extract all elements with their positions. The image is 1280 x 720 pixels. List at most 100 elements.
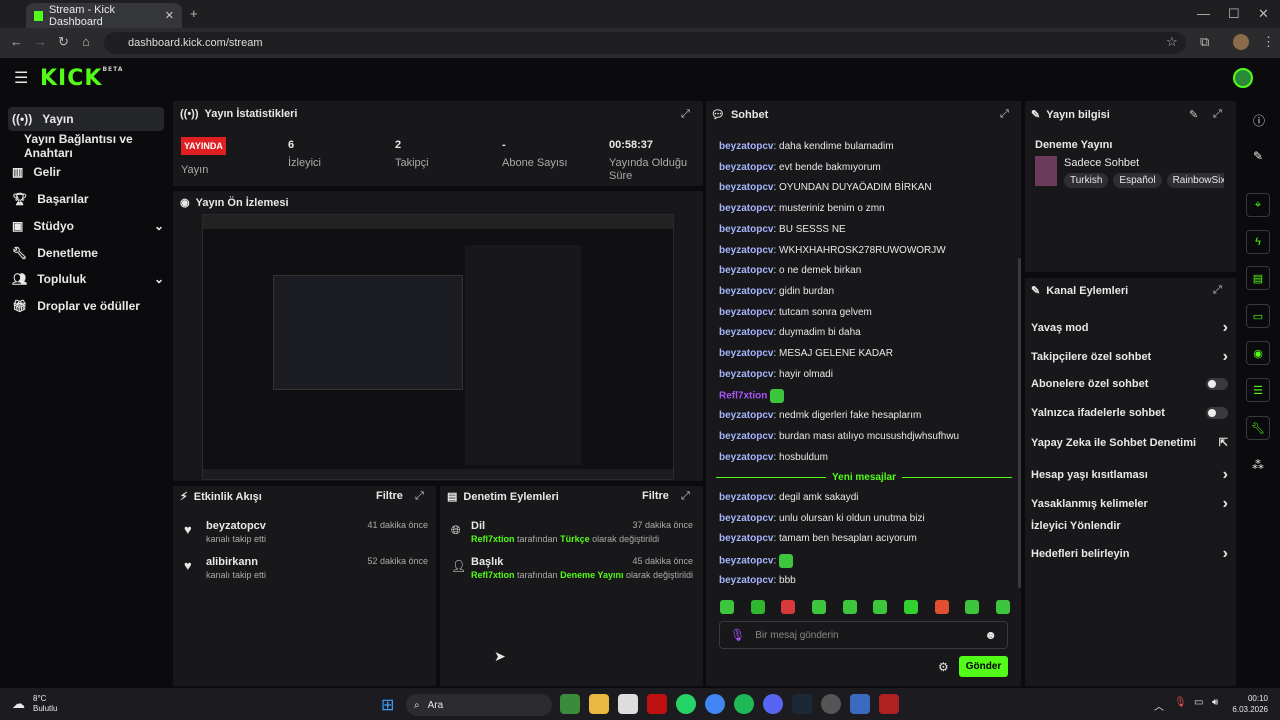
chat-username[interactable]: beyzatopcv	[719, 513, 773, 524]
stream-preview-video[interactable]	[202, 214, 674, 480]
channel-action-item[interactable]: Hesap yaşı kısıtlaması ›	[1031, 466, 1228, 484]
back-icon[interactable]: ←	[10, 34, 23, 49]
close-tab-icon[interactable]: ✕	[165, 9, 174, 22]
chat-username[interactable]: beyzatopcv	[719, 141, 773, 152]
chat-username[interactable]: beyzatopcv	[719, 286, 773, 297]
emote-icon[interactable]	[873, 600, 888, 614]
channel-action-item[interactable]: Yavaş mod ›	[1031, 319, 1228, 337]
browser-tab[interactable]: Stream - Kick Dashboard ✕	[26, 3, 182, 28]
emote-icon[interactable]	[965, 600, 980, 614]
pencil-icon[interactable]: ✎	[1253, 149, 1263, 163]
network-icon[interactable]: ▭	[1194, 697, 1203, 708]
expand-icon[interactable]: ⤢	[415, 490, 424, 503]
chat-username[interactable]: beyzatopcv	[719, 431, 773, 442]
users-icon[interactable]: ⁂	[1252, 458, 1264, 472]
extensions-icon[interactable]: ⧉	[1200, 34, 1209, 50]
reload-icon[interactable]: ↻	[58, 34, 69, 50]
document-icon[interactable]: ▤	[1246, 266, 1270, 290]
expand-icon[interactable]: ⤢	[1213, 108, 1222, 121]
chat-username[interactable]: beyzatopcv	[719, 533, 773, 544]
tray-chevron-icon[interactable]: ︿	[1154, 698, 1164, 713]
menu-dots-icon[interactable]: ⋮	[1262, 34, 1275, 50]
chat-username[interactable]: beyzatopcv	[719, 224, 773, 235]
discord-icon[interactable]	[763, 694, 783, 714]
chat-scrollbar[interactable]	[1018, 258, 1021, 588]
toggle-switch[interactable]	[1206, 378, 1228, 390]
sidebar-item-topluluk[interactable]: 👥︎ Topluluk ⌄	[8, 267, 164, 291]
chat-input[interactable]: 🎙︎ Bir mesaj gönderin ☻	[719, 621, 1008, 649]
emote-icon[interactable]	[811, 600, 826, 614]
chevron-right-icon[interactable]: ›	[1223, 495, 1228, 513]
category-name[interactable]: Sadece Sohbet	[1064, 157, 1139, 169]
user-avatar[interactable]	[1233, 68, 1253, 88]
broadcast-icon[interactable]: ◉	[1246, 341, 1270, 365]
minecraft-icon[interactable]	[560, 694, 580, 714]
chat-username[interactable]: beyzatopcv	[719, 327, 773, 338]
modlog-user[interactable]: Refl7xtion	[471, 570, 515, 580]
chat-username[interactable]: beyzatopcv	[719, 369, 773, 380]
minimize-icon[interactable]: —	[1197, 6, 1210, 21]
microphone-icon[interactable]: 🎙︎	[730, 628, 745, 642]
obs-icon[interactable]	[821, 694, 841, 714]
sidebar-item-basarilar[interactable]: 🏆︎ Başarılar	[8, 187, 164, 211]
store-icon[interactable]	[618, 694, 638, 714]
steam-icon[interactable]	[792, 694, 812, 714]
chevron-right-icon[interactable]: ›	[1223, 466, 1228, 484]
chat-username[interactable]: beyzatopcv	[719, 348, 773, 359]
chat-username[interactable]: beyzatopcv	[719, 203, 773, 214]
profile-avatar[interactable]	[1233, 34, 1249, 50]
new-tab-icon[interactable]: +	[190, 6, 198, 21]
taskbar-search[interactable]: ⌕ Ara	[406, 694, 552, 716]
chevron-right-icon[interactable]: ›	[1223, 319, 1228, 337]
chat-username[interactable]: beyzatopcv	[719, 452, 773, 463]
emote-icon[interactable]	[903, 600, 918, 614]
bookmark-star-icon[interactable]: ☆	[1166, 34, 1178, 50]
toggle-switch[interactable]	[1206, 407, 1228, 419]
focus-icon[interactable]: ⌖	[1246, 193, 1270, 217]
kick-logo[interactable]: KICKBETA	[40, 66, 123, 91]
url-input[interactable]: dashboard.kick.com/stream	[104, 32, 1186, 54]
windows-start-icon[interactable]: ⊞	[381, 695, 394, 715]
expand-icon[interactable]: ⤢	[681, 490, 690, 503]
channel-action-item[interactable]: Yalnızca ifadelerle sohbet	[1031, 407, 1228, 419]
channel-action-item[interactable]: İzleyici Yönlendir	[1031, 520, 1228, 532]
chat-username[interactable]: beyzatopcv	[719, 182, 773, 193]
mic-tray-icon[interactable]: 🎙︎	[1174, 697, 1187, 708]
activity-filter-button[interactable]: Filtre	[376, 490, 403, 502]
emote-icon[interactable]	[842, 600, 857, 614]
wrench-icon[interactable]: 🔧︎	[1246, 416, 1270, 440]
maximize-icon[interactable]: ☐	[1228, 6, 1240, 22]
chat-username[interactable]: beyzatopcv	[719, 492, 773, 503]
expand-icon[interactable]: ⤢	[1213, 284, 1222, 297]
chat-username[interactable]: beyzatopcv	[719, 245, 773, 256]
chat-settings-icon[interactable]: ⚙	[938, 660, 949, 674]
tag-chip[interactable]: Turkish	[1064, 173, 1109, 188]
spotify-icon[interactable]	[734, 694, 754, 714]
channel-action-item[interactable]: Abonelere özel sohbet	[1031, 378, 1228, 390]
chat-username[interactable]: beyzatopcv	[719, 265, 773, 276]
file-explorer-icon[interactable]	[589, 694, 609, 714]
channel-action-item[interactable]: Yapay Zeka ile Sohbet Denetimi ⇱	[1031, 436, 1228, 450]
clock[interactable]: 00:10 6.03.2026	[1232, 693, 1268, 715]
whatsapp-icon[interactable]	[676, 694, 696, 714]
info-icon[interactable]: ⓘ	[1253, 112, 1265, 129]
tag-chip[interactable]: Español	[1113, 173, 1162, 188]
sidebar-item-denetleme[interactable]: 🔧︎ Denetleme	[8, 241, 164, 265]
forward-icon[interactable]: →	[34, 34, 47, 49]
expand-icon[interactable]: ⤢	[681, 108, 690, 121]
sidebar-item-yayin[interactable]: ((•)) Yayın	[8, 107, 164, 131]
channel-action-item[interactable]: Takipçilere özel sohbet ›	[1031, 348, 1228, 366]
chat-bubble-icon[interactable]: ▭	[1246, 304, 1270, 328]
chat-username[interactable]: Refl7xtion	[719, 391, 767, 402]
chevron-right-icon[interactable]: ›	[1223, 348, 1228, 366]
expand-icon[interactable]: ⤢	[1000, 108, 1009, 121]
layout-icon[interactable]: ☰	[1246, 378, 1270, 402]
sidebar-item-studyo[interactable]: ▣ Stüdyo ⌄	[8, 214, 164, 238]
edit-icon[interactable]: ✎	[1189, 108, 1198, 121]
chat-username[interactable]: beyzatopcv	[719, 575, 773, 586]
chat-username[interactable]: beyzatopcv	[719, 162, 773, 173]
send-button[interactable]: Gönder	[959, 656, 1008, 677]
home-icon[interactable]: ⌂	[82, 34, 90, 49]
game-icon[interactable]	[879, 694, 899, 714]
tag-chip[interactable]: RainbowSix6	[1166, 173, 1224, 188]
